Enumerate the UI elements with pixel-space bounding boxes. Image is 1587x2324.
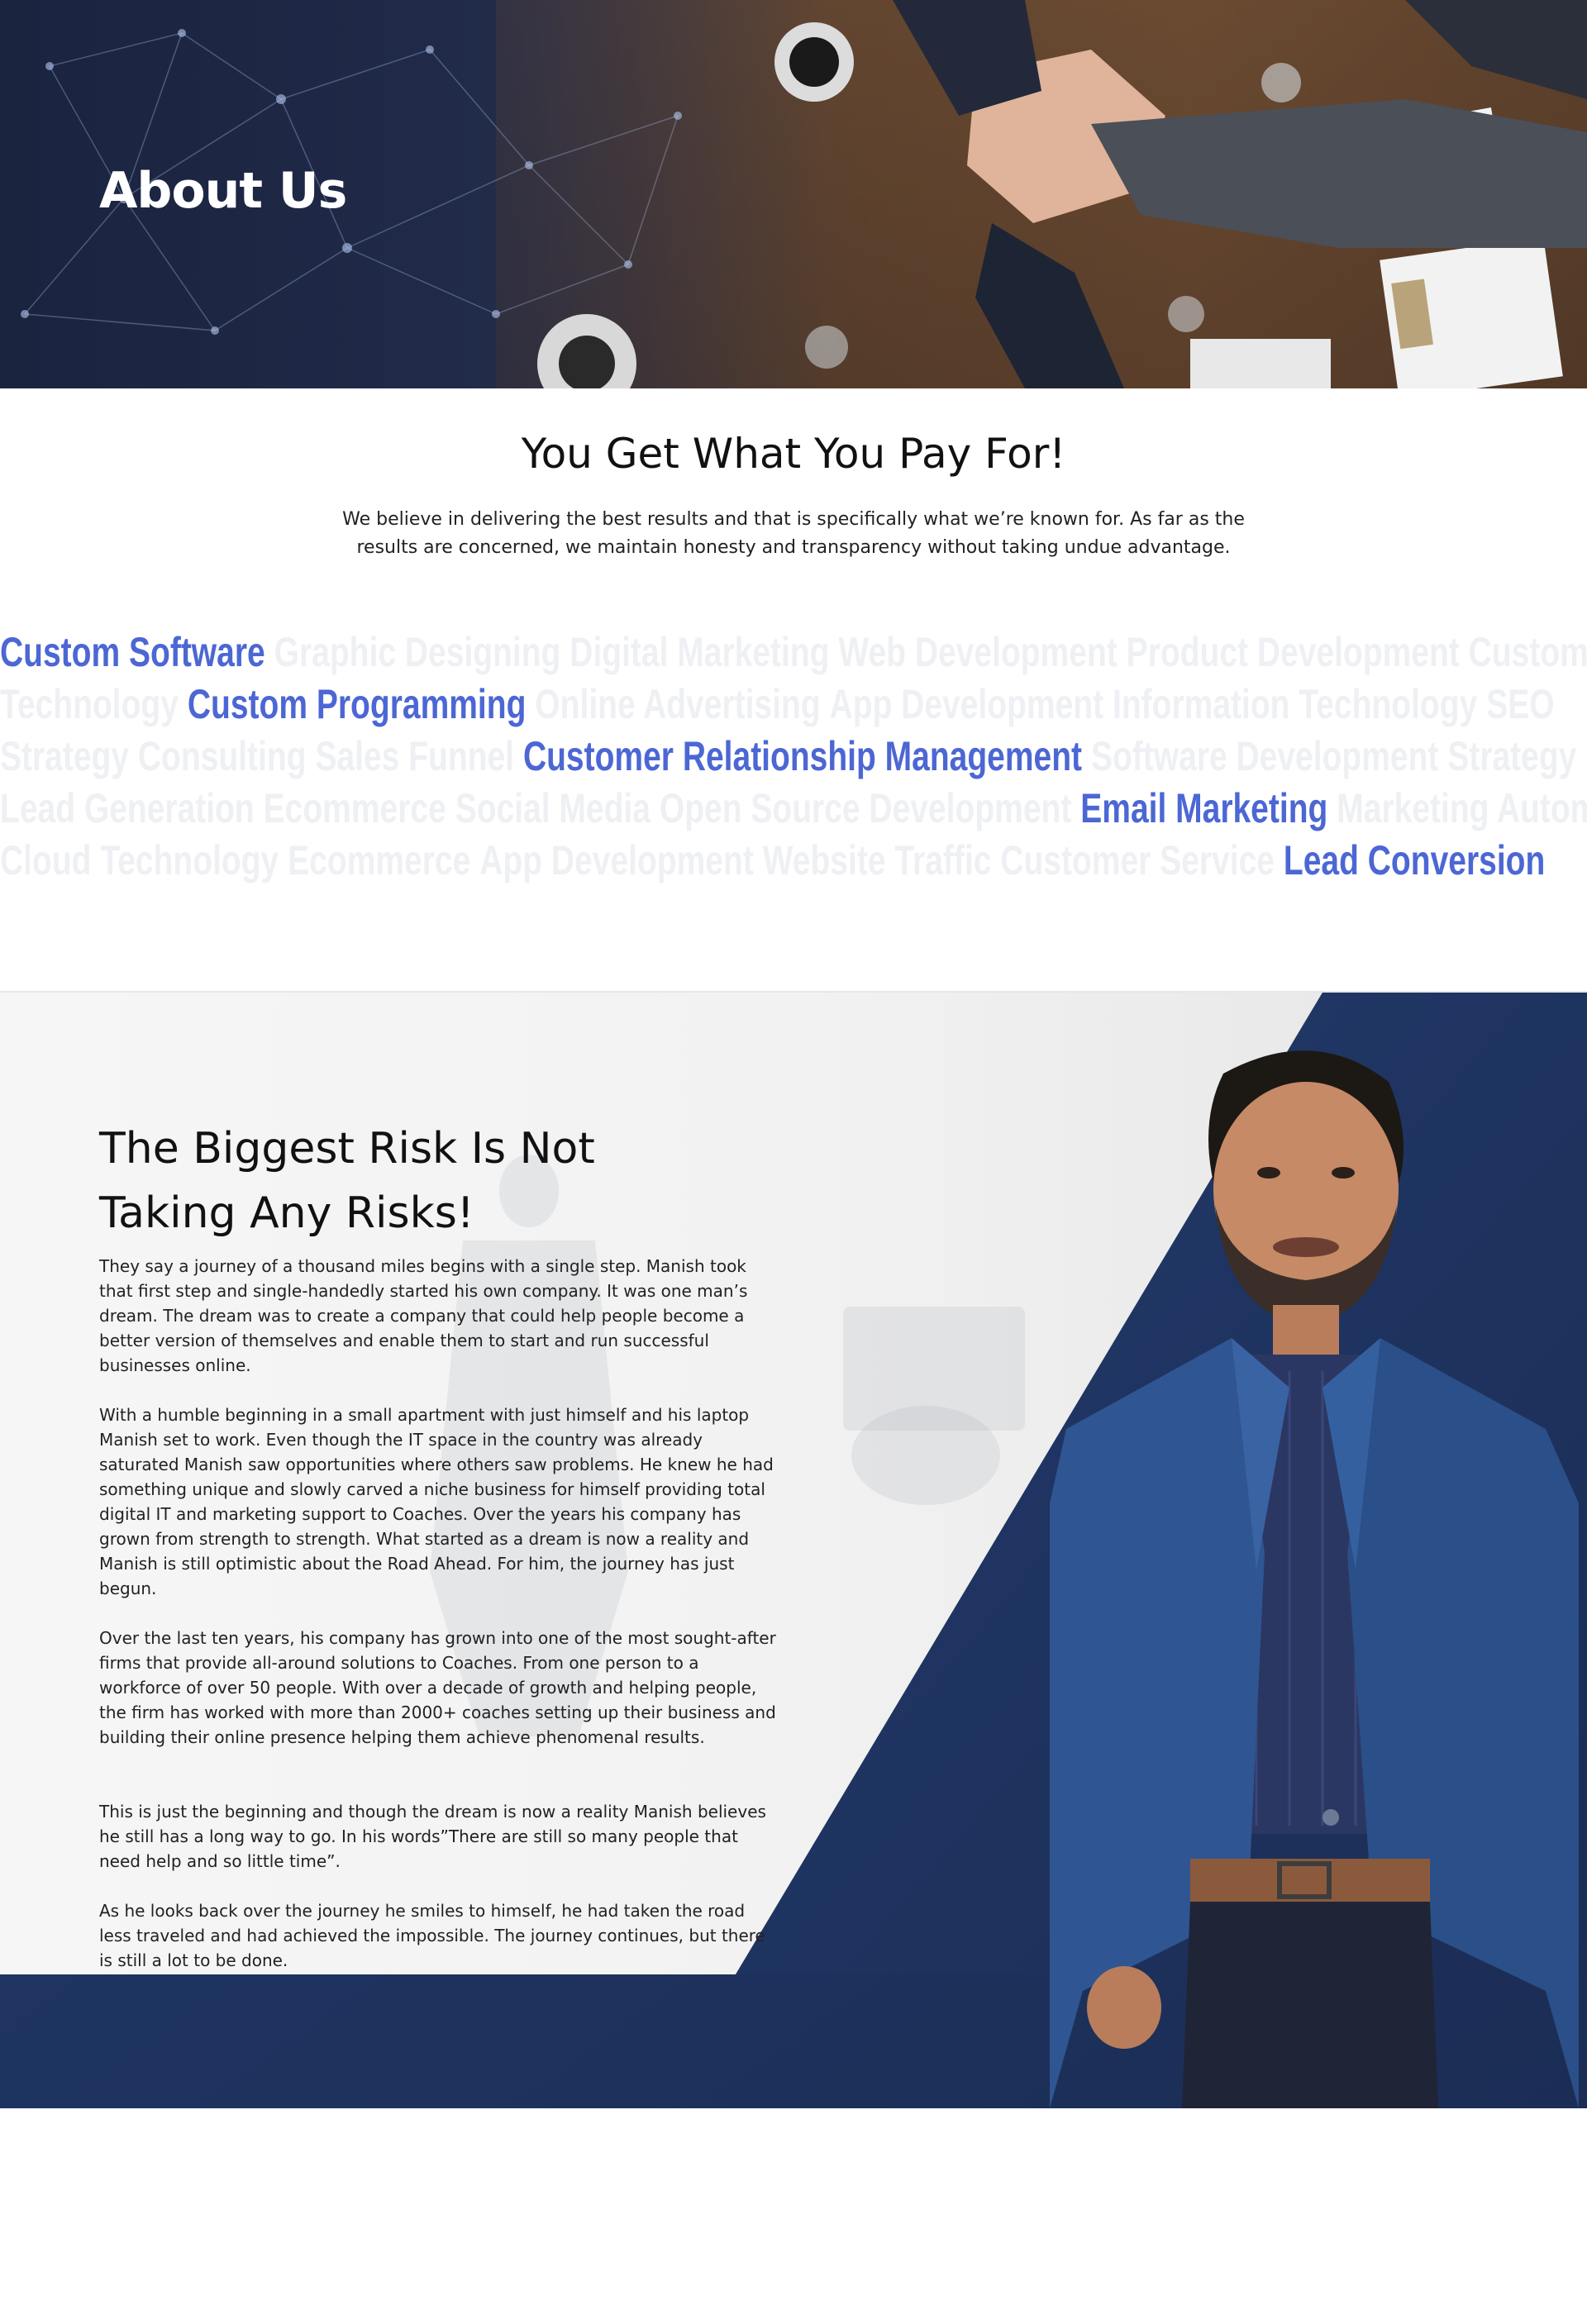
- word-cloud-row: Custom Software Graphic Designing Digital …: [0, 628, 1587, 676]
- word-cloud-highlight: Custom Programming: [187, 681, 527, 727]
- founder-paragraph: They say a journey of a thousand miles b…: [99, 1256, 748, 1375]
- founder-heading-line-1: The Biggest Risk Is Not: [99, 1124, 595, 1174]
- word-cloud-row: Strategy Consulting Sales Funnel Customer …: [0, 732, 1585, 780]
- word-cloud-word: Graphic Designing: [274, 629, 561, 675]
- intro-heading: You Get What You Pay For!: [521, 430, 1066, 478]
- word-cloud-word: Customer Service: [1000, 837, 1275, 883]
- founder-section: The Biggest Risk Is Not Taking Any Risks…: [0, 993, 1587, 2108]
- word-cloud-highlight: Lead Conversion: [1283, 837, 1546, 883]
- page-title: About Us: [99, 162, 347, 220]
- founder-paragraph: As he looks back over the journey he smi…: [99, 1901, 765, 1970]
- founder-photo: [1050, 1050, 1579, 2108]
- word-cloud-word: Information Technology: [1112, 681, 1478, 727]
- word-cloud-word: Sales Funnel: [315, 733, 515, 779]
- word-cloud-word: Online Advertising: [535, 681, 821, 727]
- word-cloud-word: Digital Marketing: [570, 629, 830, 675]
- word-cloud-row: Lead Generation Ecommerce Social Media Open…: [0, 784, 1587, 832]
- word-cloud-word: Ecommerce: [263, 785, 446, 831]
- founder-heading: The Biggest Risk Is Not Taking Any Risks…: [99, 1117, 678, 1245]
- word-cloud-word: Lead Generation: [0, 785, 255, 831]
- word-cloud-word: Strategy: [1447, 733, 1577, 779]
- intro-text: We believe in delivering the best result…: [342, 509, 1245, 558]
- word-cloud-row: Technology Custom Programming Online Adver…: [0, 680, 1563, 728]
- word-cloud-highlight: Customer Relationship Management: [522, 733, 1083, 779]
- word-cloud-word: Marketing Automation: [1337, 785, 1587, 831]
- word-cloud-word: Product Development: [1126, 629, 1460, 675]
- word-cloud-word: SEO: [1486, 681, 1555, 727]
- word-cloud-word: Strategy Consulting: [0, 733, 307, 779]
- word-cloud-highlight: Email Marketing: [1080, 785, 1328, 831]
- founder-paragraph: Over the last ten years, his company has…: [99, 1628, 776, 1747]
- word-cloud-word: Cloud Technology: [0, 837, 279, 883]
- word-cloud-highlight: Custom Software: [0, 629, 265, 675]
- word-cloud-word: Ecommerce: [288, 837, 471, 883]
- word-cloud-word: App Development: [829, 681, 1104, 727]
- word-cloud-word: App Development: [479, 837, 754, 883]
- hero-banner: About Us: [0, 0, 1587, 388]
- word-cloud-word: Social Media: [455, 785, 651, 831]
- founder-heading-line-2: Taking Any Risks!: [99, 1188, 474, 1238]
- word-cloud-word: Website Traffic: [762, 837, 992, 883]
- word-cloud-word: Custom Software: [1468, 629, 1587, 675]
- services-word-cloud: Custom Software Graphic Designing Digital …: [0, 628, 1587, 909]
- founder-paragraph: With a humble beginning in a small apart…: [99, 1405, 774, 1598]
- founder-paragraph: This is just the beginning and though th…: [99, 1802, 766, 1871]
- word-cloud-word: Technology: [0, 681, 179, 727]
- word-cloud-word: Open Source Development: [659, 785, 1072, 831]
- word-cloud-row: Cloud Technology Ecommerce App Development…: [0, 836, 1554, 884]
- word-cloud-word: Software Development: [1090, 733, 1439, 779]
- word-cloud-word: Web Development: [838, 629, 1118, 675]
